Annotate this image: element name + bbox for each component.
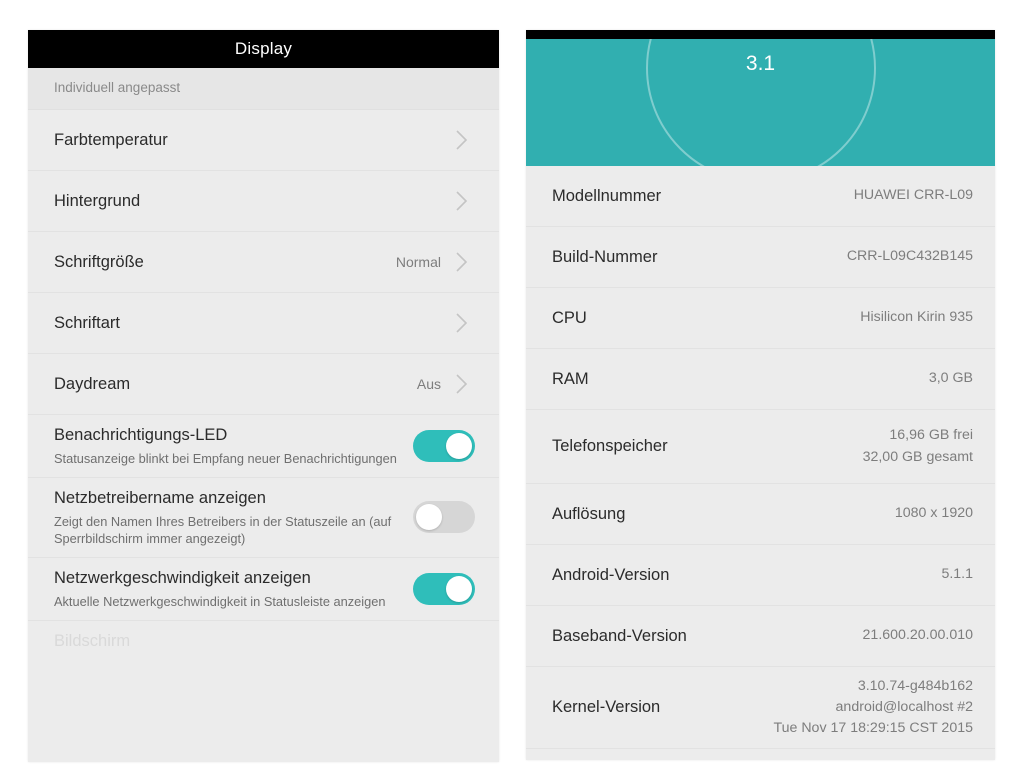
info-value: HUAWEI CRR-L09 [853,187,973,204]
row-main: Modellnummer [552,176,844,217]
display-settings-list: Individuell angepasst Farbtemperatur Hin… [28,68,499,662]
info-label: Build-Nummer [552,247,658,266]
info-row-ram[interactable]: RAM 3,0 GB [526,349,995,410]
page-title: Display [234,39,293,58]
info-value: Hisilicon Kirin 935 [860,309,973,326]
settings-row-schriftgroesse[interactable]: Schriftgröße Normal [28,232,499,293]
info-row-cpu[interactable]: CPU Hisilicon Kirin 935 [526,288,995,349]
info-value: 16,96 GB frei 32,00 GB gesamt [862,427,973,465]
info-row-android-version[interactable]: Android-Version 5.1.1 [526,545,995,606]
settings-row-benachrichtigungs-led[interactable]: Benachrichtigungs-LED Statusanzeige blin… [28,415,499,478]
info-value: 5.1.1 [941,566,973,583]
info-row-telefonspeicher[interactable]: Telefonspeicher 16,96 GB frei 32,00 GB g… [526,410,995,484]
display-titlebar: Display [28,30,499,68]
row-main: RAM [552,359,919,400]
row-subtitle: Statusanzeige blinkt bei Empfang neuer B… [54,450,397,466]
toggle-netzbetreibername[interactable] [413,501,475,534]
settings-row-hintergrund[interactable]: Hintergrund [28,171,499,232]
info-value: CRR-L09C432B145 [846,248,973,265]
row-main: Schriftart [54,303,441,344]
row-value: Aus [416,376,441,392]
section-header-label: Individuell angepasst [54,80,181,96]
settings-row-netzbetreibername[interactable]: Netzbetreibername anzeigen Zeigt den Nam… [28,477,499,559]
row-title: Schriftgröße [54,252,144,271]
chevron-right-icon [449,127,475,153]
settings-row-daydream[interactable]: Daydream Aus [28,354,499,415]
row-title: Daydream [54,374,131,393]
settings-row-netzwerkgeschwindigkeit[interactable]: Netzwerkgeschwindigkeit anzeigen Aktuell… [28,558,499,621]
info-row-aufloesung[interactable]: Auflösung 1080 x 1920 [526,484,995,545]
row-title: Netzbetreibername anzeigen [54,488,266,507]
row-main: Netzbetreibername anzeigen Zeigt den Nam… [54,478,401,557]
row-title: Netzwerkgeschwindigkeit anzeigen [54,569,311,588]
row-title: Benachrichtigungs-LED [54,426,228,444]
info-value: 1080 x 1920 [894,505,973,522]
settings-row-clipped[interactable]: Bildschirm [28,620,499,662]
settings-row-farbtemperatur[interactable]: Farbtemperatur [28,110,499,171]
row-main: Hintergrund [54,181,441,222]
info-label: RAM [552,369,589,388]
row-subtitle: Aktuelle Netzwerkgeschwindigkeit in Stat… [54,593,386,609]
chevron-right-icon [449,249,475,275]
info-row-modellnummer[interactable]: Modellnummer HUAWEI CRR-L09 [526,166,995,227]
toggle-netzwerkgeschwindigkeit[interactable] [413,572,475,605]
row-main: Bildschirm [54,621,475,662]
info-label: Auflösung [552,504,626,523]
list-bottom-filler [526,749,995,760]
row-main: Kernel-Version [552,687,763,728]
toggle-benachrichtigungs-led[interactable] [413,429,475,462]
row-subtitle: Zeigt den Namen Ihres Betreibers in der … [54,513,392,546]
row-title: Hintergrund [54,191,141,210]
row-title: Farbtemperatur [54,130,168,149]
toggle-knob [446,575,472,602]
toggle-knob [416,504,442,531]
section-header-main: Individuell angepasst [54,70,475,107]
info-label: Telefonspeicher [552,437,668,456]
info-value: 21.600.20.00.010 [862,627,973,644]
chevron-right-icon [449,310,475,336]
info-label: Android-Version [552,565,670,584]
device-info-list: Modellnummer HUAWEI CRR-L09 Build-Nummer… [526,166,995,760]
status-bar [526,30,995,39]
toggle-knob [446,432,472,459]
row-main: Auflösung [552,494,885,535]
row-value: Normal [395,254,441,270]
row-main: Baseband-Version [552,616,853,657]
info-value: 3,0 GB [928,370,973,387]
about-phone-panel: 3.1 Modellnummer HUAWEI CRR-L09 Build-Nu… [526,30,995,760]
row-title: Schriftart [54,313,121,332]
emui-version-hero: 3.1 [526,39,995,166]
screenshot-stage: Display Individuell angepasst Farbtemper… [0,0,1024,768]
chevron-right-icon [449,371,475,397]
display-settings-panel: Display Individuell angepasst Farbtemper… [28,30,499,762]
emui-version-label: 3.1 [745,52,776,75]
row-main: CPU [552,298,850,339]
info-value: 3.10.74-g484b162 android@localhost #2 Tu… [773,677,973,737]
row-main: Benachrichtigungs-LED Statusanzeige blin… [54,415,401,477]
row-main: Farbtemperatur [54,120,441,161]
row-main: Build-Nummer [552,237,837,278]
section-header-individuell: Individuell angepasst [28,68,499,110]
row-main: Telefonspeicher [552,426,853,467]
chevron-right-icon [449,188,475,214]
info-row-kernel-version[interactable]: Kernel-Version 3.10.74-g484b162 android@… [526,667,995,749]
info-row-build-nummer[interactable]: Build-Nummer CRR-L09C432B145 [526,227,995,288]
settings-row-schriftart[interactable]: Schriftart [28,293,499,354]
info-label: CPU [552,308,587,327]
info-label: Modellnummer [552,186,662,205]
info-label: Kernel-Version [552,698,661,717]
row-title: Bildschirm [54,631,131,650]
info-label: Baseband-Version [552,626,687,645]
row-main: Schriftgröße [54,242,386,283]
row-main: Netzwerkgeschwindigkeit anzeigen Aktuell… [54,558,401,620]
row-main: Daydream [54,364,407,405]
row-main: Android-Version [552,555,931,596]
info-row-baseband-version[interactable]: Baseband-Version 21.600.20.00.010 [526,606,995,667]
